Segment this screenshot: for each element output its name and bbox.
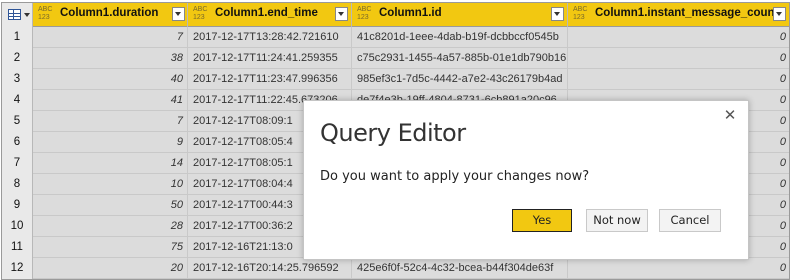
row-number[interactable]: 8 [2, 174, 33, 195]
duration-cell[interactable]: 40 [33, 69, 188, 90]
filter-dropdown-icon[interactable] [551, 7, 564, 21]
duration-cell[interactable]: 38 [33, 48, 188, 69]
column-name: Column1.duration [60, 7, 159, 19]
id-cell[interactable]: 41c8201d-1eee-4dab-b19f-dcbbccf0545b [352, 27, 568, 48]
duration-cell[interactable]: 50 [33, 195, 188, 216]
chevron-down-icon [24, 13, 30, 17]
column-header-id[interactable]: ABC 123 Column1.id [352, 3, 568, 27]
dialog-title: Query Editor [320, 119, 466, 147]
id-cell[interactable]: c75c2931-1455-4a57-885b-01e1db790b16 [352, 48, 568, 69]
duration-cell[interactable]: 9 [33, 132, 188, 153]
instant-message-count-cell[interactable]: 0 [568, 48, 789, 69]
row-number[interactable]: 10 [2, 216, 33, 237]
table-row[interactable]: 1 7 2017-12-17T13:28:42.721610 41c8201d-1ee… [2, 27, 789, 48]
row-number[interactable]: 1 [2, 27, 33, 48]
column-name: Column1.end_time [215, 7, 318, 19]
row-number[interactable]: 3 [2, 69, 33, 90]
instant-message-count-cell[interactable]: 0 [568, 27, 789, 48]
id-cell[interactable]: 985ef3c1-7d5c-4442-a7e2-43c26179b4ad [352, 69, 568, 90]
column-header-duration[interactable]: ABC 123 Column1.duration [33, 3, 188, 27]
row-number[interactable]: 12 [2, 258, 33, 279]
row-number[interactable]: 2 [2, 48, 33, 69]
duration-cell[interactable]: 41 [33, 90, 188, 111]
table-menu-button[interactable] [2, 3, 33, 27]
instant-message-count-cell[interactable]: 0 [568, 258, 789, 279]
id-cell[interactable]: 425e6f0f-52c4-4c32-bcea-b44f304de63f [352, 258, 568, 279]
query-editor-dialog: Query Editor ✕ Do you want to apply your… [303, 100, 749, 260]
column-header-bar: ABC 123 Column1.duration ABC 123 Column1… [2, 3, 789, 27]
any-type-icon[interactable]: ABC 123 [193, 6, 211, 24]
any-type-icon[interactable]: ABC 123 [38, 6, 56, 24]
row-number[interactable]: 11 [2, 237, 33, 258]
column-header-instant-message-count[interactable]: ABC 123 Column1.instant_message_count [568, 3, 789, 27]
cancel-button[interactable]: Cancel [659, 209, 721, 232]
dialog-message: Do you want to apply your changes now? [320, 169, 590, 184]
close-icon[interactable]: ✕ [722, 107, 738, 123]
duration-cell[interactable]: 14 [33, 153, 188, 174]
end-time-cell[interactable]: 2017-12-16T20:14:25.796592 [188, 258, 352, 279]
table-row[interactable]: 3 40 2017-12-17T11:23:47.996356 985ef3c1-7d… [2, 69, 789, 90]
any-type-icon[interactable]: ABC 123 [357, 6, 375, 24]
filter-dropdown-icon[interactable] [773, 7, 786, 21]
row-number[interactable]: 6 [2, 132, 33, 153]
duration-cell[interactable]: 20 [33, 258, 188, 279]
column-header-end-time[interactable]: ABC 123 Column1.end_time [188, 3, 352, 27]
duration-cell[interactable]: 7 [33, 111, 188, 132]
instant-message-count-cell[interactable]: 0 [568, 69, 789, 90]
any-type-icon[interactable]: ABC 123 [573, 6, 591, 24]
table-row[interactable]: 2 38 2017-12-17T11:24:41.259355 c75c2931-14… [2, 48, 789, 69]
duration-cell[interactable]: 75 [33, 237, 188, 258]
end-time-cell[interactable]: 2017-12-17T11:23:47.996356 [188, 69, 352, 90]
duration-cell[interactable]: 28 [33, 216, 188, 237]
yes-button[interactable]: Yes [512, 209, 572, 232]
filter-dropdown-icon[interactable] [172, 7, 185, 21]
row-number[interactable]: 4 [2, 90, 33, 111]
end-time-cell[interactable]: 2017-12-17T13:28:42.721610 [188, 27, 352, 48]
row-number[interactable]: 9 [2, 195, 33, 216]
end-time-cell[interactable]: 2017-12-17T11:24:41.259355 [188, 48, 352, 69]
row-number[interactable]: 5 [2, 111, 33, 132]
not-now-button[interactable]: Not now [586, 209, 648, 232]
table-icon [8, 9, 21, 20]
row-number[interactable]: 7 [2, 153, 33, 174]
duration-cell[interactable]: 7 [33, 27, 188, 48]
table-row[interactable]: 12 20 2017-12-16T20:14:25.796592 425e6f0f-5… [2, 258, 789, 279]
duration-cell[interactable]: 10 [33, 174, 188, 195]
column-name: Column1.instant_message_count [595, 7, 779, 19]
filter-dropdown-icon[interactable] [335, 7, 348, 21]
column-name: Column1.id [379, 7, 442, 19]
